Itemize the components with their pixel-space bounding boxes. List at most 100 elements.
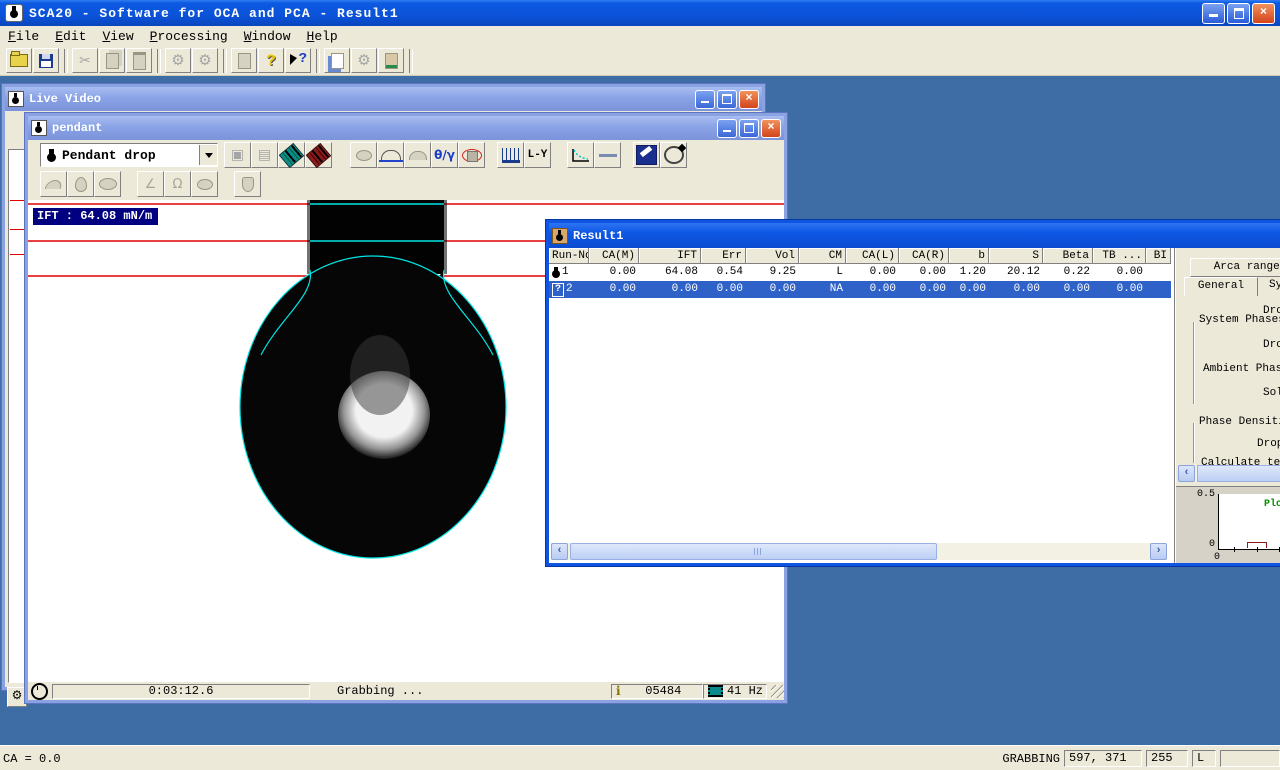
restore-button[interactable] [1227, 3, 1250, 24]
snapshot-camera-icon: ▤ [258, 148, 271, 162]
close-button[interactable]: × [1252, 3, 1275, 24]
omega-tool-button[interactable]: Ω [164, 171, 191, 197]
scroll-thumb[interactable] [1197, 465, 1280, 482]
pendant-window-icon [31, 120, 47, 136]
menu-edit[interactable]: Edit [47, 28, 94, 45]
snapshot-camera-button[interactable]: ▤ [251, 142, 278, 168]
pendant-titlebar[interactable]: pendant × [28, 116, 784, 140]
live-video-close-button[interactable]: × [739, 90, 759, 109]
minimize-button[interactable] [1202, 3, 1225, 24]
help-button[interactable]: ? [258, 48, 284, 73]
ellipse-tool-button[interactable] [191, 171, 218, 197]
menu-view[interactable]: View [94, 28, 141, 45]
manual-fit-button[interactable] [458, 142, 485, 168]
open-folder-icon [10, 54, 28, 67]
manual-settings-button[interactable]: ⚙ [192, 48, 218, 73]
resize-grip[interactable] [771, 685, 784, 698]
context-help-arrow-icon: ? [290, 53, 306, 69]
panel-horizontal-scrollbar[interactable]: ‹ [1178, 465, 1280, 482]
paste-button[interactable] [126, 48, 152, 73]
live-video-gear-button[interactable]: ⚙ [7, 687, 27, 707]
scroll-right-arrow[interactable]: › [1150, 543, 1167, 560]
capture-device-button[interactable] [378, 48, 404, 73]
video-camera-button[interactable]: ▣ [224, 142, 251, 168]
col-cm[interactable]: CM [799, 248, 846, 264]
menu-window[interactable]: Window [236, 28, 299, 45]
scroll-left-arrow[interactable]: ‹ [1178, 465, 1195, 482]
needle-drop-button[interactable] [234, 171, 261, 197]
device-settings-button[interactable]: ⚙ [351, 48, 377, 73]
table-horizontal-scrollbar[interactable]: ‹ › [551, 543, 1167, 560]
paste-icon [133, 52, 146, 70]
sessile-fit-button[interactable] [404, 142, 431, 168]
col-s[interactable]: S [989, 248, 1043, 264]
col-ca-r[interactable]: CA(R) [899, 248, 949, 264]
live-video-maximize-button[interactable] [717, 90, 737, 109]
contour-pen-button[interactable] [633, 142, 660, 168]
settings-button[interactable]: ⚙ [165, 48, 191, 73]
scroll-thumb[interactable] [570, 543, 937, 560]
pendant-outline-button[interactable] [67, 171, 94, 197]
laplace-young-button[interactable]: L-Y [524, 142, 551, 168]
tangent-drop-button[interactable] [40, 171, 67, 197]
pendant-close-button[interactable]: × [761, 119, 781, 138]
baseline-ruler-button[interactable] [497, 142, 524, 168]
chevron-down-icon[interactable] [199, 145, 217, 165]
gray-value-box: 255 [1146, 750, 1188, 767]
col-vol[interactable]: Vol [746, 248, 799, 264]
film-icon [708, 685, 723, 697]
cut-button[interactable]: ✂ [72, 48, 98, 73]
ellipse-fit-button[interactable] [350, 142, 377, 168]
chart-legend: Plo [1264, 499, 1280, 510]
circle-fit-button[interactable] [377, 142, 404, 168]
col-err[interactable]: Err [701, 248, 746, 264]
ellipse-fit-icon [356, 150, 372, 161]
col-ift[interactable]: IFT [639, 248, 701, 264]
menu-file[interactable]: File [0, 28, 47, 45]
live-video-window-icon [8, 91, 24, 107]
live-video-titlebar[interactable]: Live Video × [5, 87, 762, 111]
result-side-panel: Arca ranges General Sy Dro System Phases… [1175, 248, 1280, 563]
phase-densities-group-label: Phase Densiti [1197, 416, 1280, 428]
curve-plot-button[interactable] [567, 142, 594, 168]
main-toolbar: ✂ ⚙ ⚙ ? ? ⚙ [0, 46, 1280, 76]
baseline-line-button[interactable] [594, 142, 621, 168]
sessile-outline-button[interactable] [94, 171, 121, 197]
col-ca-l[interactable]: CA(L) [846, 248, 899, 264]
result-titlebar[interactable]: Result1 [549, 223, 1280, 248]
angle-tool-button[interactable]: ∠ [137, 171, 164, 197]
magnet-pen-button[interactable] [660, 142, 687, 168]
menu-processing[interactable]: Processing [142, 28, 236, 45]
scroll-left-arrow[interactable]: ‹ [551, 543, 568, 560]
copy-button[interactable] [99, 48, 125, 73]
col-run-no[interactable]: Run-No [549, 248, 589, 264]
menu-help[interactable]: Help [299, 28, 346, 45]
teal-filmstrip-button[interactable] [278, 142, 305, 168]
tab-general[interactable]: General [1184, 277, 1258, 296]
pendant-maximize-button[interactable] [739, 119, 759, 138]
empty-status-box [1220, 750, 1280, 767]
red-filmstrip-button[interactable] [305, 142, 332, 168]
col-b[interactable]: b [949, 248, 989, 264]
live-video-minimize-button[interactable] [695, 90, 715, 109]
table-row[interactable]: 1 0.00 64.08 0.54 9.25 L 0.00 0.00 1.20 … [549, 264, 1174, 281]
context-help-button[interactable]: ? [285, 48, 311, 73]
method-selector[interactable]: Pendant drop [40, 143, 218, 167]
open-button[interactable] [6, 48, 32, 73]
pendant-minimize-button[interactable] [717, 119, 737, 138]
area-ranges-button[interactable]: Arca ranges [1190, 258, 1280, 277]
col-bi[interactable]: BI [1146, 248, 1171, 264]
result-title: Result1 [573, 229, 623, 243]
groupbox-border [1193, 423, 1194, 463]
save-button[interactable] [33, 48, 59, 73]
col-beta[interactable]: Beta [1043, 248, 1093, 264]
theta-gamma-button[interactable]: θ/γ [431, 142, 458, 168]
report-button[interactable] [324, 48, 350, 73]
result-mini-chart[interactable]: 0.5 0 Plo 0 [1176, 486, 1280, 563]
result-window-icon [552, 228, 568, 244]
table-row-selected[interactable]: ?2 0.00 0.00 0.00 0.00 NA 0.00 0.00 0.00… [549, 281, 1174, 298]
tab-system[interactable]: Sy [1269, 279, 1280, 291]
export-button[interactable] [231, 48, 257, 73]
col-tb[interactable]: TB ... [1093, 248, 1146, 264]
col-ca-m[interactable]: CA(M) [589, 248, 639, 264]
